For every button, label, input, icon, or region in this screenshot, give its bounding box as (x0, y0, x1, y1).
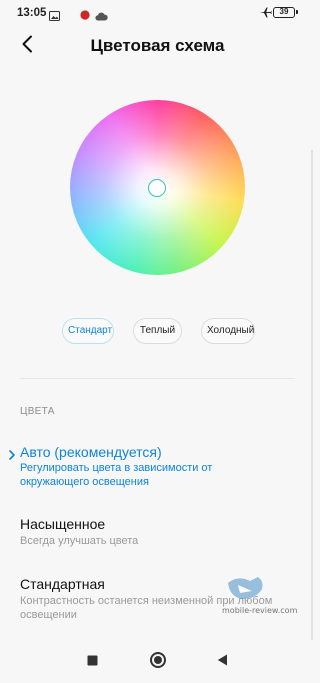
color-wheel-handle[interactable] (148, 179, 166, 197)
tomato-icon (79, 7, 91, 25)
section-header-colors: ЦВЕТА (20, 406, 55, 417)
preset-standard-button[interactable]: Стандарт (62, 318, 114, 344)
selected-chevron-icon (9, 447, 15, 465)
navigation-bar (0, 640, 315, 683)
home-button[interactable] (148, 651, 168, 674)
page-title: Цветовая схема (90, 36, 225, 55)
option-title: Стандартная (20, 576, 105, 592)
watermark-text: mobile-review.com (222, 606, 298, 615)
option-subtitle: Регулировать цвета в зависимости от окру… (20, 462, 213, 488)
option-title: Авто (рекомендуется) (20, 444, 162, 460)
status-time: 13:05 (17, 7, 47, 19)
option-saturated[interactable]: Насыщенное Всегда улучшать цвета (0, 516, 315, 550)
option-auto[interactable]: Авто (рекомендуется) Регулировать цвета … (0, 444, 315, 490)
preset-warm-button[interactable]: Теплый (133, 318, 182, 344)
preset-cold-button[interactable]: Холодный (201, 318, 255, 344)
battery-icon: 39 (273, 7, 298, 18)
option-title: Насыщенное (20, 516, 106, 532)
cloud-icon (95, 8, 108, 26)
color-wheel[interactable] (70, 100, 245, 275)
recent-apps-button[interactable] (82, 652, 102, 672)
status-bar: 13:05 39 (0, 0, 315, 26)
option-subtitle: Всегда улучшать цвета (20, 535, 139, 547)
scrollbar[interactable] (311, 150, 313, 650)
back-icon (217, 653, 228, 671)
recent-apps-icon (87, 653, 98, 671)
airplane-mode-icon (259, 6, 272, 24)
nav-back-button[interactable] (212, 652, 232, 672)
gallery-icon (49, 8, 60, 26)
home-icon (149, 651, 167, 674)
section-divider (20, 378, 295, 379)
